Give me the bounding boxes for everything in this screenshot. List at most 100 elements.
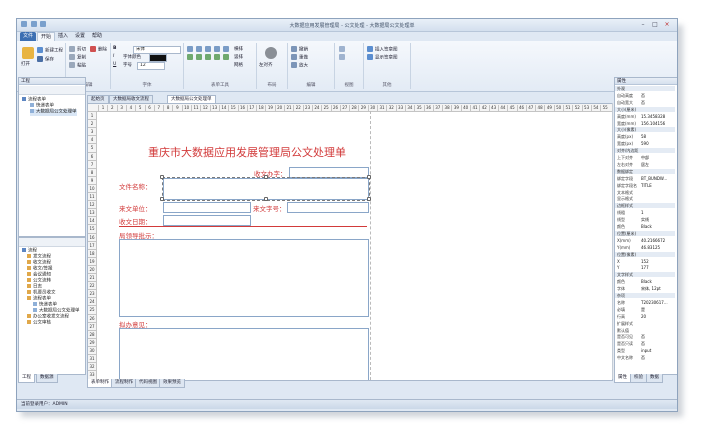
- property-value[interactable]: 实线: [641, 217, 649, 222]
- property-row[interactable]: 是否只读 否: [617, 341, 675, 346]
- tab-flow-design[interactable]: 流程制作: [111, 379, 137, 388]
- property-value[interactable]: 宋体, 12pt: [641, 286, 661, 291]
- property-category[interactable]: 文字样式: [615, 272, 675, 278]
- property-row[interactable]: 绑定字段名 TITLE: [617, 183, 675, 188]
- zoom-button[interactable]: 放大: [291, 62, 308, 69]
- undo-button[interactable]: 撤销: [291, 46, 308, 53]
- design-canvas[interactable]: 1 2 3 4 5 6 7 8 9 10 11 12 13 14 15 16 17 18 19 20 21 22 23 24 2…: [87, 103, 613, 381]
- property-value[interactable]: 15.3458328: [641, 114, 665, 119]
- input-from-unit[interactable]: [163, 202, 251, 213]
- property-value[interactable]: 152: [641, 259, 649, 264]
- property-row[interactable]: X(mm) 40.2166672: [617, 238, 675, 243]
- save-quick-icon[interactable]: [30, 21, 37, 27]
- property-row[interactable]: 行高 20: [617, 314, 675, 319]
- copy-button[interactable]: 复制: [69, 54, 86, 61]
- property-row[interactable]: 高度(px) 58: [617, 134, 675, 139]
- property-value[interactable]: 20: [641, 314, 646, 319]
- label-receive-date[interactable]: 收文日期：: [119, 216, 152, 226]
- property-value[interactable]: 46.83125: [641, 245, 660, 250]
- tab-code-view[interactable]: 代码视图: [135, 379, 161, 388]
- font-name-select[interactable]: 宋体: [133, 46, 181, 54]
- tab-file[interactable]: 文件: [20, 32, 37, 41]
- tool-radio[interactable]: [196, 54, 204, 61]
- tool-list[interactable]: [223, 46, 231, 53]
- tool-image[interactable]: [205, 46, 213, 53]
- property-category[interactable]: 大小(厘米): [615, 106, 675, 112]
- vertical-button[interactable]: 竖排: [234, 54, 243, 60]
- minimize-button[interactable]: –: [638, 21, 648, 28]
- property-row[interactable]: 字体 宋体, 12pt: [617, 286, 675, 291]
- tool-textbox[interactable]: [196, 46, 204, 53]
- grid-button[interactable]: 网格: [234, 62, 243, 68]
- form-title[interactable]: 重庆市大数据应用发展管理局公文处理单: [147, 144, 347, 160]
- property-row[interactable]: 默认值: [617, 328, 675, 333]
- property-value[interactable]: 590: [641, 141, 649, 146]
- property-value[interactable]: 58: [641, 134, 646, 139]
- save-button[interactable]: 保存: [37, 56, 54, 63]
- input-leader-opinion[interactable]: [119, 239, 369, 317]
- bold-button[interactable]: B: [113, 46, 116, 51]
- tool-combo[interactable]: [214, 54, 222, 61]
- tab-settings[interactable]: 设置: [72, 32, 88, 41]
- property-value[interactable]: Black: [641, 224, 652, 229]
- property-row[interactable]: 颜色 Black: [617, 279, 675, 284]
- property-row[interactable]: 扩展样式: [617, 321, 675, 326]
- tab-form-design[interactable]: 表单制作: [87, 379, 113, 388]
- redo-button[interactable]: 重做: [291, 54, 308, 61]
- tab-preview[interactable]: 效果预览: [159, 379, 185, 388]
- property-category[interactable]: 位置(厘米): [615, 230, 675, 236]
- font-color-swatch[interactable]: [149, 54, 167, 62]
- tool-label[interactable]: [187, 46, 195, 53]
- label-doc-no[interactable]: 来文字号：: [253, 203, 286, 213]
- paste-button[interactable]: 粘贴: [69, 62, 86, 69]
- tab-help[interactable]: 帮助: [89, 32, 105, 41]
- resize-handle[interactable]: [264, 197, 268, 201]
- tab-project[interactable]: 工程: [18, 374, 35, 383]
- tab-data[interactable]: 数据: [646, 374, 663, 383]
- property-row[interactable]: Y(mm) 46.83125: [617, 245, 675, 250]
- property-row[interactable]: 绑定字段 BT_BUNDW...: [617, 176, 675, 181]
- view-toggle-1[interactable]: [339, 46, 347, 53]
- input-handle-opinion[interactable]: [119, 328, 369, 380]
- property-value[interactable]: Black: [641, 279, 652, 284]
- property-value[interactable]: 中部: [641, 155, 649, 160]
- property-category[interactable]: 杂项: [615, 293, 675, 298]
- property-value[interactable]: 否: [641, 100, 645, 105]
- tool-date[interactable]: [205, 54, 213, 61]
- property-row[interactable]: 线粗 1: [617, 210, 675, 215]
- open-button[interactable]: 打开: [21, 61, 30, 67]
- show-stamp-button[interactable]: 显示签章图: [367, 54, 398, 61]
- resize-handle[interactable]: [160, 175, 164, 179]
- italic-button[interactable]: I: [113, 54, 114, 59]
- label-from-unit[interactable]: 来文单位：: [119, 203, 152, 213]
- property-category[interactable]: 数据绑定: [615, 168, 675, 174]
- property-value[interactable]: 否: [641, 93, 645, 98]
- property-value[interactable]: 177: [641, 265, 649, 270]
- close-button[interactable]: ×: [662, 21, 672, 28]
- tab-datasource[interactable]: 数据源: [36, 374, 58, 383]
- input-receive-date[interactable]: [163, 215, 251, 226]
- property-value[interactable]: TITLE: [641, 183, 652, 188]
- tool-button[interactable]: [223, 54, 231, 61]
- align-left-button[interactable]: 左对齐: [259, 62, 273, 68]
- property-row[interactable]: 名称 T20230617...: [617, 300, 675, 305]
- property-category[interactable]: 对齐/内边距: [615, 148, 675, 154]
- property-value[interactable]: BT_BUNDW...: [641, 176, 667, 181]
- property-category[interactable]: 大小(像素): [615, 127, 675, 133]
- property-row[interactable]: 宽度(mm) 156.104156: [617, 121, 675, 126]
- property-row[interactable]: 文本格式: [617, 190, 675, 195]
- view-toggle-2[interactable]: [339, 54, 347, 61]
- property-row[interactable]: 自动宽大 否: [617, 100, 675, 105]
- property-row[interactable]: 自动高度 否: [617, 93, 675, 98]
- property-row[interactable]: 左右对齐 居左: [617, 162, 675, 167]
- property-row[interactable]: 颜色 Black: [617, 224, 675, 229]
- property-row[interactable]: 高度(mm) 15.3458328: [617, 114, 675, 119]
- tree-node-doc-form[interactable]: 大数据局公文处理单: [30, 109, 77, 116]
- tab-props[interactable]: 属性: [614, 374, 631, 383]
- property-row[interactable]: 必填 是: [617, 307, 675, 312]
- property-row[interactable]: 类型 input: [617, 348, 675, 353]
- maximize-button[interactable]: □: [650, 21, 660, 28]
- property-value[interactable]: 否: [641, 334, 645, 339]
- cut-button[interactable]: 剪切: [69, 46, 86, 53]
- property-value[interactable]: T20230617...: [641, 300, 668, 305]
